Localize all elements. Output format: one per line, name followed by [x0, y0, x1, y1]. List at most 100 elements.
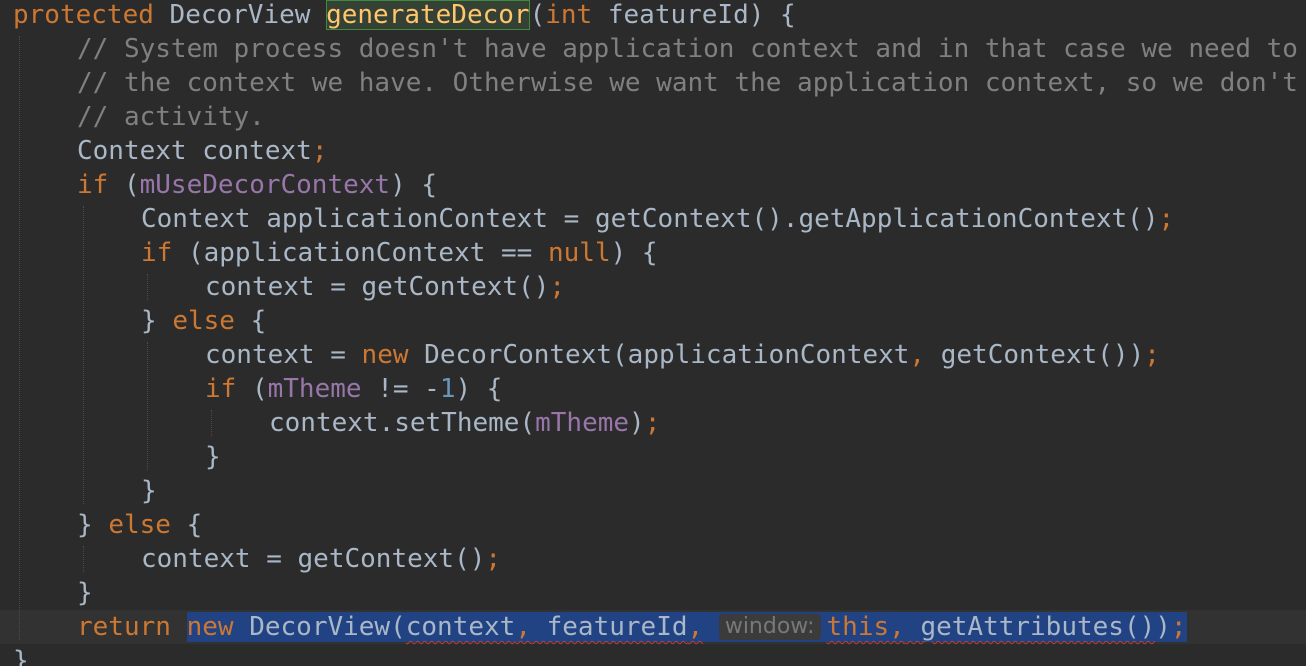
indent-guide [147, 274, 148, 300]
code-token: mTheme [267, 374, 362, 404]
code-token: new [361, 340, 409, 370]
line-content: } [77, 576, 93, 610]
code-token: context = getContext() [205, 272, 550, 302]
line-content: return new DecorView(context, featureId,… [77, 610, 1187, 644]
code-token: context [405, 612, 516, 642]
line-content: // activity. [77, 100, 265, 134]
code-token: null [548, 238, 611, 268]
code-token: { [170, 510, 203, 540]
code-line[interactable]: // the context we have. Otherwise we wan… [0, 66, 1306, 100]
code-token: int [545, 0, 593, 30]
code-line[interactable]: } else { [0, 508, 1306, 542]
code-token: new [186, 612, 234, 642]
code-token: } [141, 476, 157, 506]
code-token: mUseDecorContext [139, 170, 391, 200]
code-line[interactable]: protected DecorView generateDecor(int fe… [0, 0, 1306, 32]
indent-guide [211, 410, 212, 436]
parameter-hint: window: [718, 614, 821, 640]
code-token: ( [236, 374, 268, 404]
code-token: ; [549, 272, 566, 302]
code-line[interactable]: // System process doesn't have applicati… [0, 32, 1306, 66]
code-token: ; [644, 408, 661, 438]
code-token: ) { [610, 238, 658, 268]
code-line[interactable]: if (mTheme != -1) { [0, 372, 1306, 406]
code-token: , [889, 612, 905, 642]
code-token: DecorView( [233, 612, 406, 642]
code-token: // the context we have. Otherwise we wan… [77, 68, 1298, 98]
code-token: (applicationContext == [172, 238, 548, 268]
line-content: Context applicationContext = getContext(… [141, 202, 1174, 236]
code-line[interactable]: if (applicationContext == null) { [0, 236, 1306, 270]
code-token: Context context [77, 136, 312, 166]
code-token: if [77, 170, 109, 200]
line-content: } else { [141, 304, 266, 338]
code-line[interactable]: Context context; [0, 134, 1306, 168]
code-line[interactable]: Context applicationContext = getContext(… [0, 202, 1306, 236]
code-token: 1 [439, 374, 456, 404]
code-token: ) [1155, 612, 1171, 642]
line-content: if (mUseDecorContext) { [77, 168, 437, 202]
code-token: Context applicationContext = getContext(… [141, 204, 1159, 234]
indent-guide [147, 342, 148, 470]
code-token: featureId) { [592, 0, 796, 30]
line-content: Context context; [77, 134, 327, 168]
line-content: } [205, 440, 221, 474]
code-token: { [234, 306, 267, 336]
code-token: if [141, 238, 173, 268]
code-line[interactable]: // activity. [0, 100, 1306, 134]
code-token: , [909, 340, 926, 370]
code-token: featureId [530, 612, 688, 642]
code-line[interactable]: } [0, 644, 1306, 666]
code-line[interactable]: context = new DecorContext(applicationCo… [0, 338, 1306, 372]
code-token: ) { [455, 374, 503, 404]
code-line[interactable]: } else { [0, 304, 1306, 338]
code-token: // System process doesn't have applicati… [77, 34, 1298, 64]
line-content: context = new DecorContext(applicationCo… [205, 338, 1160, 372]
code-token: DecorContext(applicationContext [408, 340, 910, 370]
code-line[interactable]: } [0, 576, 1306, 610]
indent-guide [83, 546, 84, 572]
code-line[interactable]: if (mUseDecorContext) { [0, 168, 1306, 202]
code-line[interactable]: return new DecorView(context, featureId,… [0, 610, 1306, 644]
code-line[interactable]: } [0, 474, 1306, 508]
code-token: protected [13, 0, 154, 30]
code-token: else [108, 510, 171, 540]
code-token: != - [361, 374, 440, 404]
code-token: ) [629, 408, 645, 438]
code-token: , [687, 612, 704, 642]
code-token [703, 612, 719, 642]
code-line[interactable]: context = getContext(); [0, 542, 1306, 576]
code-token: context = [205, 340, 362, 370]
code-token: getAttributes() [904, 612, 1156, 642]
code-editor[interactable]: protected DecorView generateDecor(int fe… [0, 0, 1306, 666]
code-line[interactable]: context = getContext(); [0, 270, 1306, 304]
indent-guide [19, 36, 20, 640]
code-token: if [205, 374, 237, 404]
line-content: // System process doesn't have applicati… [77, 32, 1306, 66]
line-content: context = getContext(); [141, 542, 501, 576]
line-content: } [13, 644, 29, 666]
line-content: // the context we have. Otherwise we wan… [77, 66, 1306, 100]
code-line[interactable]: } [0, 440, 1306, 474]
code-token: ; [485, 544, 502, 574]
code-token: ; [1170, 612, 1187, 642]
code-token: context = getContext() [141, 544, 486, 574]
code-token: } [77, 578, 93, 608]
code-token: this [826, 612, 890, 642]
code-token: // activity. [77, 102, 265, 132]
line-content: protected DecorView generateDecor(int fe… [13, 0, 796, 32]
code-line[interactable]: context.setTheme(mTheme); [0, 406, 1306, 440]
code-token: , [515, 612, 531, 642]
line-content: context = getContext(); [205, 270, 565, 304]
parameter-hint-wrapper: window: [718, 612, 827, 642]
code-token: getContext()) [925, 340, 1145, 370]
line-content: if (mTheme != -1) { [205, 372, 502, 406]
code-token: ( [108, 170, 140, 200]
code-token: } [13, 646, 29, 666]
line-content: context.setTheme(mTheme); [269, 406, 660, 440]
code-token: } [141, 306, 173, 336]
code-token: ; [1144, 340, 1160, 370]
code-token: DecorView [153, 0, 327, 30]
code-token: ( [529, 0, 546, 30]
